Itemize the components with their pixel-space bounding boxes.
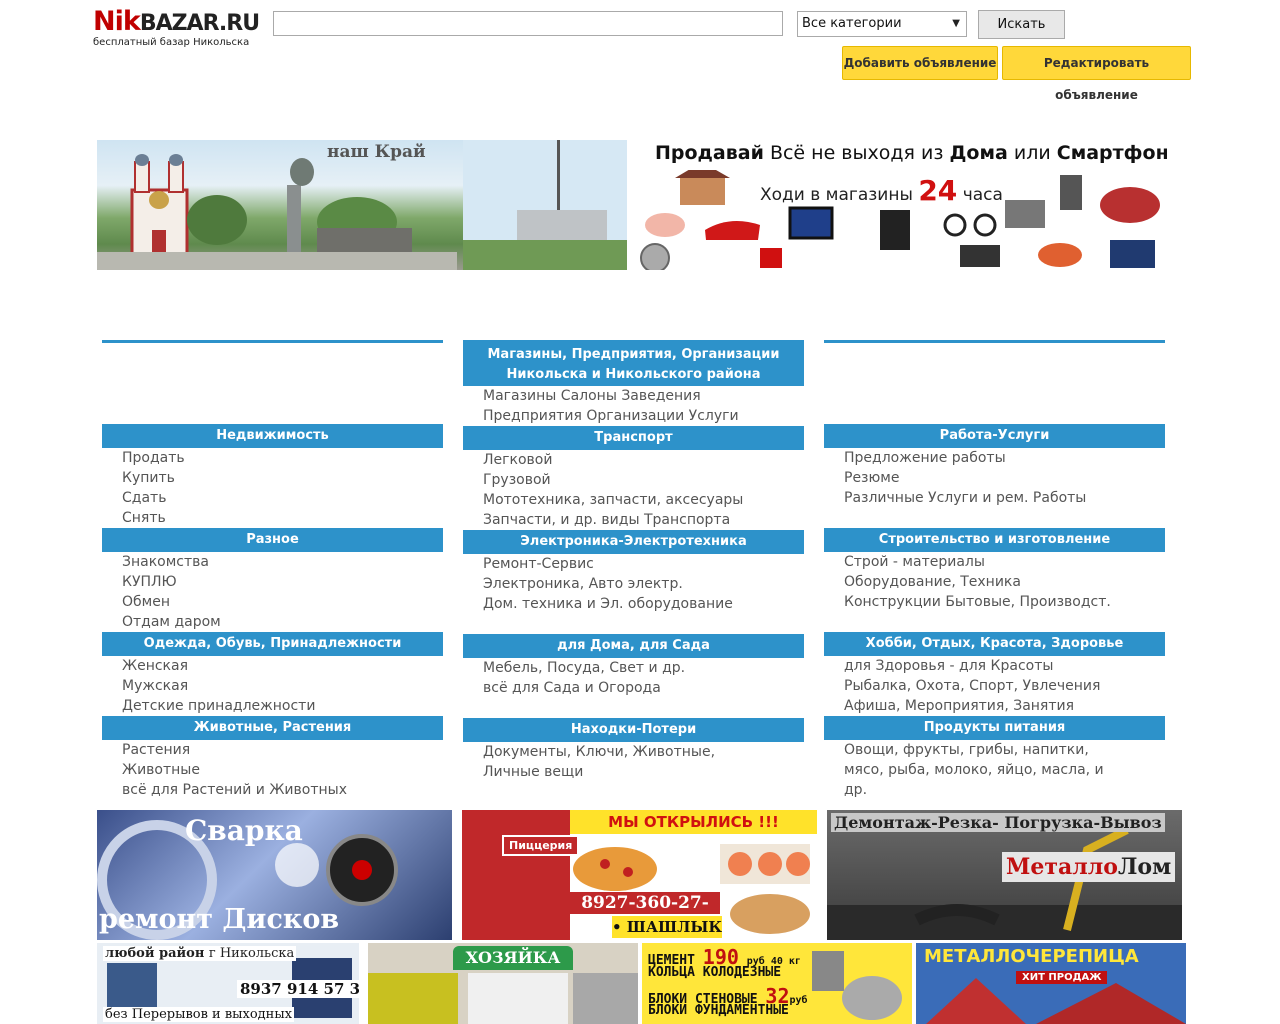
site-logo[interactable]: NikBazar.ru бесплатный базар Никольска: [93, 8, 273, 49]
category-link[interactable]: Конструкции Бытовые, Производст.: [824, 592, 1165, 612]
category-link[interactable]: Продать: [102, 448, 443, 468]
ad-welding[interactable]: Сварка ремонт Дисков: [97, 810, 452, 940]
category-header-food[interactable]: Продукты питания: [824, 716, 1165, 740]
category-header-electronics[interactable]: Электроника-Электротехника: [463, 530, 804, 554]
category-header-clothing[interactable]: Одежда, Обувь, Принадлежности: [102, 632, 443, 656]
category-header-transport[interactable]: Транспорт: [463, 426, 804, 450]
category-link[interactable]: Резюме: [824, 468, 1165, 488]
category-header-animals[interactable]: Животные, Растения: [102, 716, 443, 740]
ad-welding-title: Сварка: [185, 814, 303, 847]
category-link[interactable]: Мебель, Посуда, Свет и др.: [463, 658, 804, 678]
category-link[interactable]: Легковой: [463, 450, 804, 470]
goods-collage: [640, 170, 1160, 270]
logo-nik: Nik: [93, 6, 141, 37]
ad-sewage[interactable]: любой район г Никольска 8937 914 57 30 б…: [97, 943, 359, 1024]
category-link[interactable]: Отдам даром: [102, 612, 443, 632]
shops-title-line-1: Магазины, Предприятия, Организации: [487, 347, 780, 362]
search-button[interactable]: Искать: [978, 10, 1065, 39]
category-link[interactable]: Детские принадлежности: [102, 696, 443, 716]
ad-scrap-metal[interactable]: Демонтаж-Резка- Погрузка-Вывоз МеталлоЛо…: [827, 810, 1182, 940]
category-link[interactable]: Женская: [102, 656, 443, 676]
category-column-1: Недвижимость Продать Купить Сдать Снять …: [102, 340, 443, 800]
category-header-jobs[interactable]: Работа-Услуги: [824, 424, 1165, 448]
category-column-3: Работа-Услуги Предложение работы Резюме …: [824, 340, 1165, 800]
sell-banner[interactable]: Продавай Всё не выходя из Дома или Смарт…: [640, 140, 1167, 270]
category-link[interactable]: Обмен: [102, 592, 443, 612]
ad-metal-tile[interactable]: МЕТАЛЛОЧЕРЕПИЦА ХИТ ПРОДАЖ: [916, 943, 1186, 1024]
ad-metal-tile-title: МЕТАЛЛОЧЕРЕПИЦА: [924, 946, 1139, 967]
category-link[interactable]: КУПЛЮ: [102, 572, 443, 592]
ad-welding-subtitle: ремонт Дисков: [99, 904, 340, 935]
region-banner[interactable]: наш Край: [97, 140, 627, 270]
logo-tagline: бесплатный базар Никольска: [93, 37, 250, 48]
category-header-hobby[interactable]: Хобби, Отдых, Красота, Здоровье: [824, 632, 1165, 656]
category-header-construction[interactable]: Строительство и изготовление: [824, 528, 1165, 552]
category-header-lost-found[interactable]: Находки-Потери: [463, 718, 804, 742]
ad-scrap-logo: МеталлоЛом: [1002, 852, 1176, 882]
category-link[interactable]: Грузовой: [463, 470, 804, 490]
ad-cement[interactable]: ЦЕМЕНТ 190 руб 40 кг КОЛЬЦА КОЛОДЕЗНЫЕ Б…: [642, 943, 912, 1024]
category-link[interactable]: Афиша, Мероприятия, Занятия: [824, 696, 1165, 716]
category-link[interactable]: Снять: [102, 508, 443, 528]
category-select-value: Все категории: [802, 16, 902, 31]
ad-sewage-phone: 8937 914 57 30: [237, 980, 359, 998]
category-header-home-garden[interactable]: для Дома, для Сада: [463, 634, 804, 658]
category-link[interactable]: Мужская: [102, 676, 443, 696]
category-select[interactable]: Все категории ▼: [797, 11, 967, 37]
add-listing-button[interactable]: Добавить объявление: [842, 46, 998, 80]
category-link[interactable]: Предприятия Организации Услуги: [463, 406, 804, 426]
category-link[interactable]: Дом. техника и Эл. оборудование: [463, 594, 804, 614]
ad-pizzeria-sign: Пиццерия: [502, 835, 580, 856]
ad-cement-line-2: КОЛЬЦА КОЛОДЕЗНЫЕ: [648, 965, 782, 980]
ad-pizzeria[interactable]: МЫ ОТКРЫЛИСЬ !!! Пиццерия 8927-360-27-37…: [462, 810, 817, 940]
category-header-realty[interactable]: Недвижимость: [102, 424, 443, 448]
ad-pizzeria-storefront: [462, 810, 570, 940]
ad-cement-line-4: БЛОКИ ФУНДАМЕНТНЫЕ: [648, 1003, 789, 1018]
logo-text: NikBazar.ru: [93, 8, 273, 38]
ad-pizzeria-phone: 8927-360-27-37: [570, 892, 720, 935]
category-link[interactable]: Электроника, Авто электр.: [463, 574, 804, 594]
category-link[interactable]: Оборудование, Техника: [824, 572, 1165, 592]
category-link[interactable]: Строй - материалы: [824, 552, 1165, 572]
category-link[interactable]: всё для Растений и Животных: [102, 780, 443, 800]
ad-sewage-line-3: без Перерывов и выходных: [103, 1007, 295, 1022]
category-link[interactable]: Животные: [102, 760, 443, 780]
category-link[interactable]: Предложение работы: [824, 448, 1165, 468]
category-link[interactable]: Купить: [102, 468, 443, 488]
category-link[interactable]: Ремонт-Сервис: [463, 554, 804, 574]
category-header-shops[interactable]: Магазины, Предприятия, Организации Никол…: [463, 343, 804, 386]
dropdown-arrow-icon: ▼: [952, 18, 960, 29]
shops-title-line-2: Никольска и Никольского района: [506, 367, 761, 382]
category-link[interactable]: Документы, Ключи, Животные, Личные вещи: [463, 742, 804, 782]
ad-sewage-line-1: любой район г Никольска: [103, 946, 297, 961]
category-link[interactable]: всё для Сада и Огорода: [463, 678, 804, 698]
ad-pizzeria-shashlyk: • ШАШЛЫК: [612, 916, 723, 938]
category-link[interactable]: Магазины Салоны Заведения: [463, 386, 804, 406]
ad-khozyaika[interactable]: ХОЗЯЙКА: [368, 943, 638, 1024]
logo-rest: Bazar.ru: [139, 11, 260, 36]
category-header-misc[interactable]: Разное: [102, 528, 443, 552]
category-link[interactable]: Мототехника, запчасти, аксесуары: [463, 490, 804, 510]
ad-scrap-top: Демонтаж-Резка- Погрузка-Вывоз: [831, 813, 1165, 832]
category-link[interactable]: Знакомства: [102, 552, 443, 572]
category-link[interactable]: Рыбалка, Охота, Спорт, Увлечения: [824, 676, 1165, 696]
ad-metal-tile-badge: ХИТ ПРОДАЖ: [1016, 971, 1108, 984]
category-column-2: Магазины, Предприятия, Организации Никол…: [463, 340, 804, 782]
category-link[interactable]: для Здоровья - для Красоты: [824, 656, 1165, 676]
region-banner-text: наш Край: [327, 142, 426, 162]
category-link[interactable]: Овощи, фрукты, грибы, напитки, мясо, рыб…: [824, 740, 1165, 800]
category-link[interactable]: Различные Услуги и рем. Работы: [824, 488, 1165, 508]
edit-listing-button[interactable]: Редактировать объявление: [1002, 46, 1191, 102]
sell-banner-title: Продавай Всё не выходя из Дома или Смарт…: [655, 142, 1167, 164]
search-input[interactable]: [273, 11, 783, 36]
ad-khozyaika-sign: ХОЗЯЙКА: [453, 946, 573, 970]
category-link[interactable]: Сдать: [102, 488, 443, 508]
category-link[interactable]: Запчасти, и др. виды Транспорта: [463, 510, 804, 530]
category-link[interactable]: Растения: [102, 740, 443, 760]
ad-pizzeria-open: МЫ ОТКРЫЛИСЬ !!!: [570, 810, 817, 834]
